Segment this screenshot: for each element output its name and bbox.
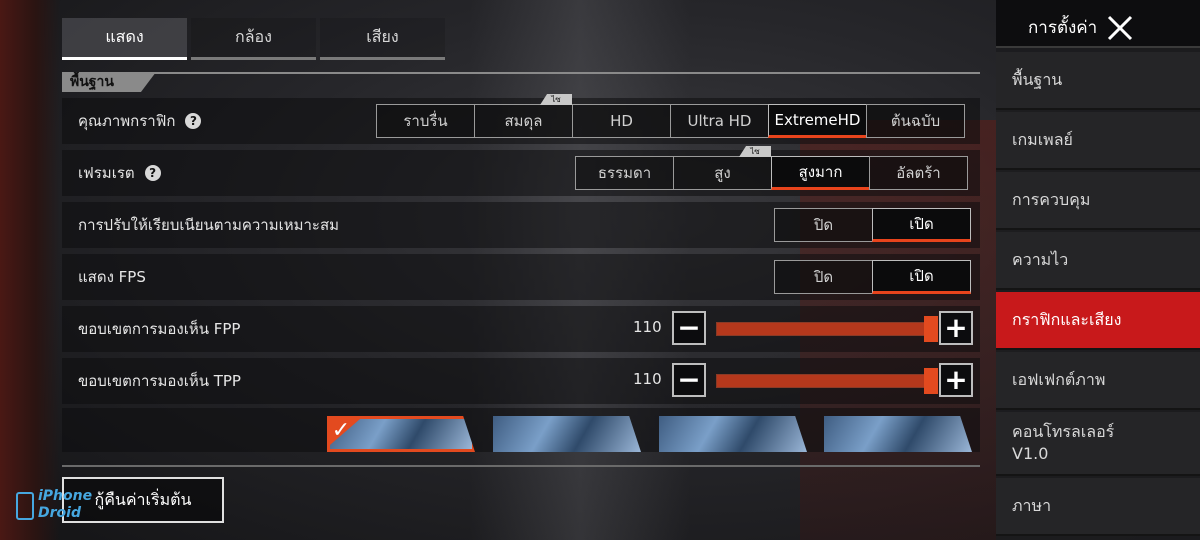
- graphics-option-ultrahd[interactable]: Ultra HD: [670, 104, 769, 138]
- watermark-line2: Droid: [38, 505, 81, 521]
- sidebar-item-graphics-audio[interactable]: กราฟิกและเสียง: [996, 292, 1200, 350]
- sidebar-item-controller-version: V1.0: [1012, 444, 1049, 463]
- fov-fpp-increase-button[interactable]: +: [939, 311, 973, 345]
- adaptive-smoothing-label: การปรับให้เรียบเนียนตามความเหมาะสม: [78, 216, 340, 234]
- frame-option-high-label: สูง: [714, 164, 731, 182]
- fov-fpp-slider-track[interactable]: [716, 322, 938, 336]
- graphics-option-original[interactable]: ต้นฉบับ: [866, 104, 965, 138]
- sidebar-item-gameplay[interactable]: เกมเพลย์: [996, 112, 1200, 170]
- frame-rate-selector: ธรรมดา สูง ไซ สูงมาก อัลตร้า: [575, 146, 968, 190]
- frame-option-high[interactable]: สูง ไซ: [673, 146, 772, 190]
- graphics-option-balanced[interactable]: สมดุล ไซ: [474, 94, 573, 138]
- fov-tpp-slider-thumb[interactable]: [924, 368, 938, 394]
- adaptive-smoothing-off[interactable]: ปิด: [774, 208, 873, 242]
- sidebar-item-basic[interactable]: พื้นฐาน: [996, 52, 1200, 110]
- sidebar-item-controls[interactable]: การควบคุม: [996, 172, 1200, 230]
- sidebar-item-controller[interactable]: คอนโทรลเลอร์ V1.0: [996, 412, 1200, 476]
- fov-fpp-slider-thumb[interactable]: [924, 316, 938, 342]
- crosshair-style-1[interactable]: ✓: [327, 416, 475, 452]
- checkmark-icon: ✓: [330, 419, 360, 445]
- graphics-quality-row: คุณภาพกราฟิก ? ราบรื่น สมดุล ไซ HD Ultra…: [62, 94, 980, 144]
- fov-tpp-value: 110: [633, 370, 662, 388]
- sidebar-item-sensitivity[interactable]: ความไว: [996, 232, 1200, 290]
- show-fps-off[interactable]: ปิด: [774, 260, 873, 294]
- graphics-option-smooth[interactable]: ราบรื่น: [376, 104, 475, 138]
- show-fps-row: แสดง FPS ปิด เปิด: [62, 254, 980, 300]
- frame-rate-label: เฟรมเรต: [78, 164, 135, 182]
- graphics-option-hd[interactable]: HD: [572, 104, 671, 138]
- frame-option-very-high[interactable]: สูงมาก: [771, 156, 870, 190]
- sidebar-item-visual-effects[interactable]: เอฟเฟกต์ภาพ: [996, 352, 1200, 410]
- sidebar-item-controller-label: คอนโทรลเลอร์: [1012, 422, 1115, 441]
- fov-fpp-decrease-button[interactable]: −: [672, 311, 706, 345]
- tab-sound[interactable]: เสียง: [320, 18, 445, 60]
- adaptive-smoothing-toggle: ปิด เปิด: [774, 208, 971, 242]
- fov-fpp-label: ขอบเขตการมองเห็น FPP: [78, 320, 241, 338]
- graphics-option-balanced-label: สมดุล: [504, 112, 543, 130]
- fov-fpp-row: ขอบเขตการมองเห็น FPP 110 − +: [62, 306, 980, 352]
- sidebar-header: การตั้งค่า: [996, 0, 1200, 48]
- frame-option-normal[interactable]: ธรรมดา: [575, 156, 674, 190]
- close-icon[interactable]: [1106, 14, 1134, 42]
- show-fps-on[interactable]: เปิด: [872, 260, 971, 294]
- tab-camera[interactable]: กล้อง: [191, 18, 316, 60]
- frame-rate-label-wrap: เฟรมเรต ?: [78, 161, 161, 185]
- adaptive-smoothing-on[interactable]: เปิด: [872, 208, 971, 242]
- graphics-quality-selector: ราบรื่น สมดุล ไซ HD Ultra HD ExtremeHD ต…: [376, 94, 965, 138]
- show-fps-label: แสดง FPS: [78, 268, 146, 286]
- frame-rate-row: เฟรมเรต ? ธรรมดา สูง ไซ สูงมาก อัลตร้า: [62, 146, 980, 196]
- fov-fpp-value: 110: [633, 318, 662, 336]
- section-title: พื้นฐาน: [62, 72, 156, 92]
- crosshair-style-2[interactable]: [493, 416, 641, 452]
- graphics-quality-label: คุณภาพกราฟิก: [78, 112, 176, 130]
- phone-icon: [16, 492, 34, 520]
- settings-sidebar: การตั้งค่า พื้นฐาน เกมเพลย์ การควบคุม คว…: [996, 0, 1200, 540]
- graphics-quality-label-wrap: คุณภาพกราฟิก ?: [78, 109, 202, 133]
- fov-tpp-decrease-button[interactable]: −: [672, 363, 706, 397]
- sidebar-item-language[interactable]: ภาษา: [996, 478, 1200, 536]
- help-icon[interactable]: ?: [185, 113, 202, 129]
- fov-tpp-row: ขอบเขตการมองเห็น TPP 110 − +: [62, 358, 980, 404]
- adaptive-smoothing-row: การปรับให้เรียบเนียนตามความเหมาะสม ปิด เ…: [62, 202, 980, 248]
- fov-tpp-slider-track[interactable]: [716, 374, 938, 388]
- sidebar-title: การตั้งค่า: [1028, 18, 1098, 38]
- fov-tpp-increase-button[interactable]: +: [939, 363, 973, 397]
- crosshair-style-4[interactable]: [824, 416, 972, 452]
- tab-display[interactable]: แสดง: [62, 18, 187, 60]
- crosshair-style-3[interactable]: [659, 416, 807, 452]
- background-left-accent: [0, 0, 60, 540]
- bottom-divider: [62, 465, 980, 467]
- watermark-line1: iPhone: [38, 488, 93, 504]
- recommended-tag: ไซ: [739, 146, 771, 157]
- help-icon[interactable]: ?: [144, 165, 161, 181]
- settings-tabs: แสดง กล้อง เสียง: [62, 18, 445, 60]
- section-divider: [62, 72, 980, 74]
- fov-tpp-label: ขอบเขตการมองเห็น TPP: [78, 372, 241, 390]
- watermark-logo: iPhone Droid: [12, 488, 92, 528]
- graphics-option-extremehd[interactable]: ExtremeHD: [768, 104, 867, 138]
- frame-option-ultra[interactable]: อัลตร้า: [869, 156, 968, 190]
- crosshair-style-row: ✓: [62, 408, 980, 452]
- show-fps-toggle: ปิด เปิด: [774, 260, 971, 294]
